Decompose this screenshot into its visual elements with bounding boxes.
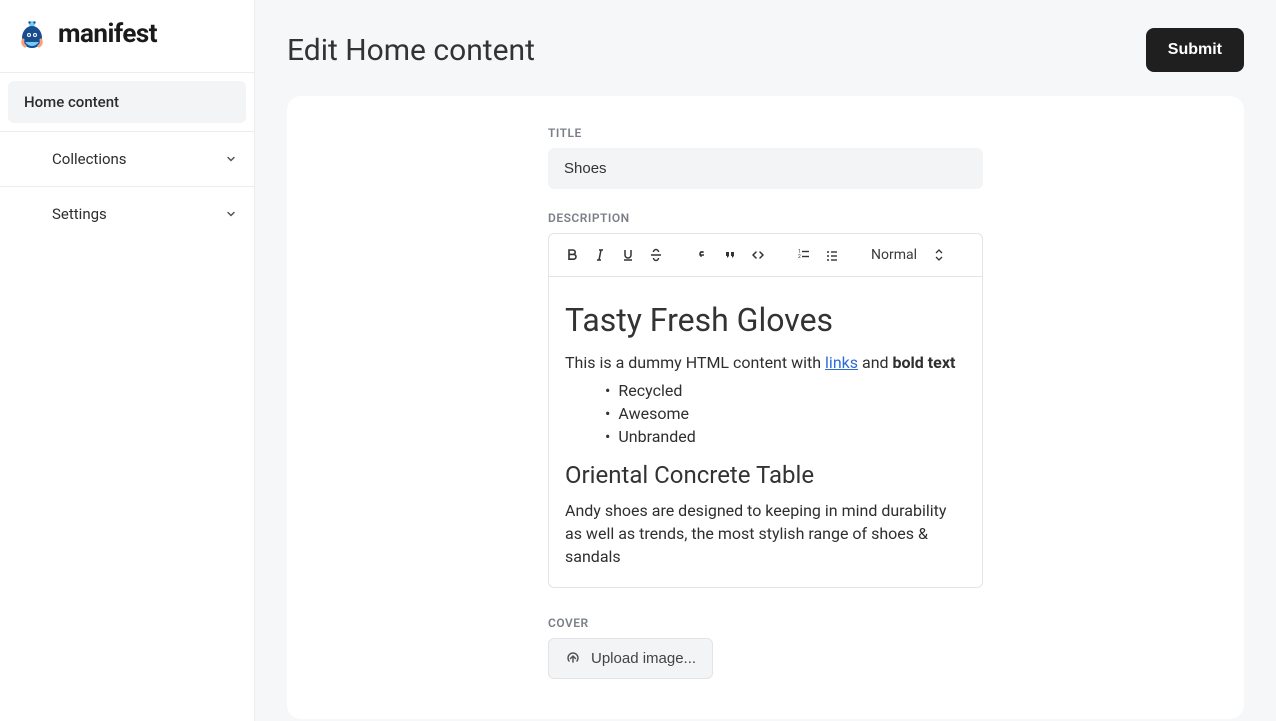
sidebar: manifest Home content Collections Settin… — [0, 0, 255, 721]
editor-content[interactable]: Tasty Fresh Gloves This is a dummy HTML … — [549, 277, 982, 587]
content-paragraph: This is a dummy HTML content with links … — [565, 351, 966, 374]
list-item: Awesome — [605, 402, 966, 425]
description-label: DESCRIPTION — [548, 211, 983, 225]
editor-toolbar: 12 Normal — [549, 234, 982, 277]
main-content: Edit Home content Submit TITLE DESCRIPTI… — [255, 0, 1276, 721]
brand-logo[interactable]: manifest — [0, 0, 254, 73]
unordered-list-icon[interactable] — [819, 242, 845, 268]
content-bold: bold text — [893, 353, 956, 372]
sidebar-item-collections[interactable]: Collections — [0, 132, 254, 186]
blockquote-icon[interactable] — [717, 242, 743, 268]
brand-logo-icon — [16, 18, 48, 50]
page-title: Edit Home content — [287, 33, 535, 68]
sidebar-item-label: Settings — [52, 205, 107, 223]
form-card: TITLE DESCRIPTION — [287, 96, 1244, 719]
upload-button-label: Upload image... — [591, 650, 696, 667]
brand-name: manifest — [58, 19, 157, 49]
list-item: Unbranded — [605, 425, 966, 448]
list-item: Recycled — [605, 379, 966, 402]
sidebar-item-label: Collections — [52, 150, 127, 168]
italic-icon[interactable] — [587, 242, 613, 268]
strikethrough-icon[interactable] — [643, 242, 669, 268]
format-select[interactable]: Normal — [865, 247, 949, 263]
content-list: Recycled Awesome Unbranded — [565, 379, 966, 449]
svg-text:2: 2 — [798, 254, 801, 260]
underline-icon[interactable] — [615, 242, 641, 268]
ordered-list-icon[interactable]: 12 — [791, 242, 817, 268]
code-icon[interactable] — [745, 242, 771, 268]
format-select-value: Normal — [871, 247, 917, 263]
submit-button[interactable]: Submit — [1146, 28, 1244, 72]
title-input[interactable] — [548, 148, 983, 189]
sidebar-item-settings[interactable]: Settings — [0, 187, 254, 241]
cover-label: COVER — [548, 616, 983, 630]
bold-icon[interactable] — [559, 242, 585, 268]
page-header: Edit Home content Submit — [287, 28, 1244, 72]
content-paragraph: Andy shoes are designed to keeping in mi… — [565, 499, 966, 569]
content-heading-2: Oriental Concrete Table — [565, 458, 966, 493]
content-heading-1: Tasty Fresh Gloves — [565, 297, 966, 343]
upload-icon — [565, 650, 581, 666]
sidebar-item-label: Home content — [24, 93, 119, 111]
content-link[interactable]: links — [825, 353, 858, 372]
sidebar-item-home-content[interactable]: Home content — [8, 81, 246, 123]
upload-image-button[interactable]: Upload image... — [548, 638, 713, 679]
rich-text-editor: 12 Normal Tasty Fresh Gloves This is a d… — [548, 233, 983, 588]
title-label: TITLE — [548, 126, 983, 140]
select-caret-icon — [935, 249, 943, 261]
link-icon[interactable] — [689, 242, 715, 268]
chevron-down-icon — [224, 152, 238, 166]
chevron-down-icon — [224, 207, 238, 221]
